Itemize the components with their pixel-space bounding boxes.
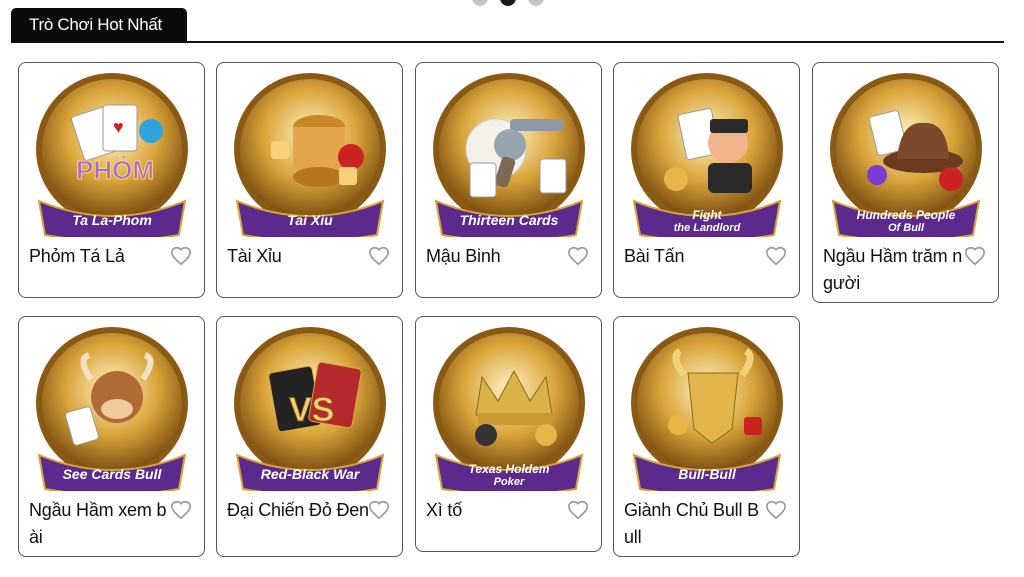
favorite-heart-icon[interactable]: [765, 245, 787, 267]
svg-text:Thirteen Cards: Thirteen Cards: [460, 212, 559, 228]
game-thumbnail[interactable]: Hundreds People Of Bull: [823, 71, 989, 237]
game-thumbnail[interactable]: Thirteen Cards: [426, 71, 592, 237]
svg-text:Poker: Poker: [494, 476, 525, 488]
section-divider: [11, 41, 1004, 43]
favorite-heart-icon[interactable]: [368, 245, 390, 267]
game-card[interactable]: Bull-Bull Giành Chủ Bull Bull: [613, 316, 800, 557]
carousel-dots: [472, 0, 544, 6]
svg-text:Red-Black War: Red-Black War: [261, 466, 361, 482]
game-thumbnail[interactable]: Texas Holdem Poker: [426, 325, 592, 491]
svg-text:Bull-Bull: Bull-Bull: [678, 466, 737, 482]
game-title: Mậu Binh: [426, 246, 501, 266]
svg-text:PHỎM: PHỎM: [76, 154, 154, 185]
game-thumbnail[interactable]: VS Red-Black War: [227, 325, 393, 491]
carousel-dot[interactable]: [528, 0, 544, 6]
svg-text:Ta La-Phom: Ta La-Phom: [72, 212, 152, 228]
favorite-heart-icon[interactable]: [170, 499, 192, 521]
carousel-dot-active[interactable]: [500, 0, 516, 6]
game-title: Đại Chiến Đỏ Đen: [227, 500, 369, 520]
game-thumbnail[interactable]: ♥ PHỎM Ta La-Phom: [29, 71, 195, 237]
game-title: Ngầu Hầm trăm người: [823, 246, 963, 293]
game-card[interactable]: VS Red-Black War Đại Chiến Đỏ Đen: [216, 316, 403, 557]
carousel-dot[interactable]: [472, 0, 488, 6]
game-card[interactable]: ♥ PHỎM Ta La-Phom Phỏm Tá Lả: [18, 62, 205, 298]
svg-text:Fight: Fight: [692, 208, 722, 222]
favorite-heart-icon[interactable]: [368, 499, 390, 521]
svg-text:the Landlord: the Landlord: [674, 222, 741, 234]
game-card[interactable]: Hundreds People Of Bull Ngầu Hầm trăm ng…: [812, 62, 999, 303]
game-card[interactable]: Thirteen Cards Mậu Binh: [415, 62, 602, 298]
svg-text:Tai Xiu: Tai Xiu: [287, 212, 333, 228]
game-title: Phỏm Tá Lả: [29, 246, 125, 266]
game-thumbnail[interactable]: See Cards Bull: [29, 325, 195, 491]
game-card[interactable]: Fight the Landlord Bài Tấn: [613, 62, 800, 298]
section-title: Trò Chơi Hot Nhất: [29, 15, 162, 34]
game-thumbnail[interactable]: Tai Xiu: [227, 71, 393, 237]
favorite-heart-icon[interactable]: [567, 245, 589, 267]
game-card[interactable]: See Cards Bull Ngầu Hầm xem bài: [18, 316, 205, 557]
svg-text:♥: ♥: [113, 117, 124, 137]
game-title: Bài Tấn: [624, 246, 685, 266]
favorite-heart-icon[interactable]: [567, 499, 589, 521]
favorite-heart-icon[interactable]: [765, 499, 787, 521]
game-title: Tài Xỉu: [227, 246, 282, 266]
game-card[interactable]: Tai Xiu Tài Xỉu: [216, 62, 403, 298]
game-thumbnail[interactable]: Bull-Bull: [624, 325, 790, 491]
game-thumbnail[interactable]: Fight the Landlord: [624, 71, 790, 237]
favorite-heart-icon[interactable]: [964, 245, 986, 267]
game-title: Ngầu Hầm xem bài: [29, 500, 167, 547]
svg-text:See Cards Bull: See Cards Bull: [63, 466, 163, 482]
game-title: Giành Chủ Bull Bull: [624, 500, 759, 547]
svg-text:Hundreds People: Hundreds People: [857, 208, 956, 222]
section-title-tab: Trò Chơi Hot Nhất: [11, 8, 187, 42]
svg-text:VS: VS: [289, 391, 334, 429]
game-title: Xì tố: [426, 500, 463, 520]
svg-text:Of Bull: Of Bull: [888, 222, 925, 234]
svg-text:Texas Holdem: Texas Holdem: [469, 462, 550, 476]
game-card[interactable]: Texas Holdem Poker Xì tố: [415, 316, 602, 552]
favorite-heart-icon[interactable]: [170, 245, 192, 267]
